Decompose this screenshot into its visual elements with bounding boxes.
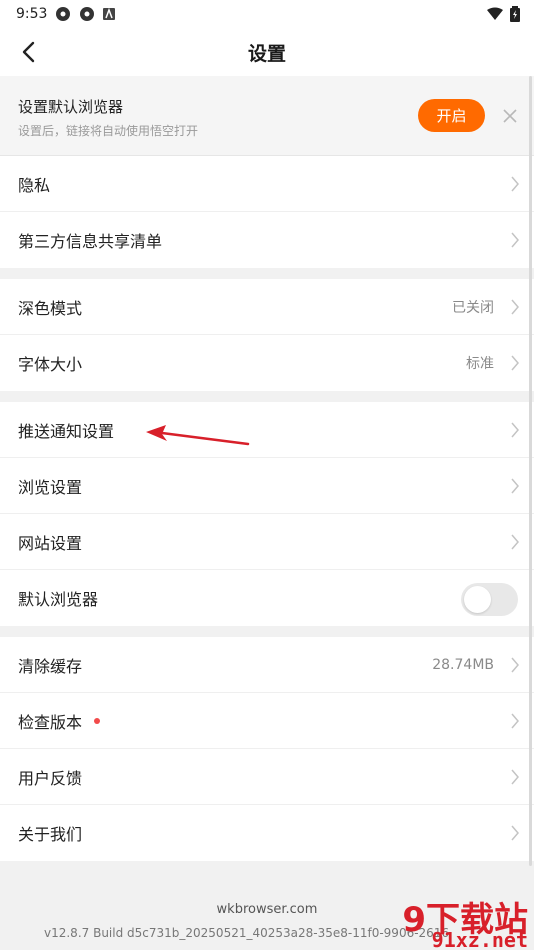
push-notification-label: 推送通知设置: [18, 421, 115, 441]
settings-group-browsing: 推送通知设置 浏览设置 网站设置 默认浏览器: [0, 402, 534, 626]
chevron-right-icon: [511, 422, 519, 438]
font-size-label: 字体大小: [18, 355, 83, 374]
default-browser-label: 默认浏览器: [18, 590, 99, 609]
font-notification-icon: [103, 8, 116, 20]
chevron-right-icon: [511, 657, 519, 673]
banner-subtitle: 设置后，链接将自动使用悟空打开: [18, 124, 199, 138]
third-party-sharing-item[interactable]: 第三方信息共享清单: [0, 212, 534, 268]
chevron-right-icon: [511, 534, 519, 550]
chevron-right-icon: [511, 713, 519, 729]
about-us-label: 关于我们: [18, 825, 83, 844]
status-left: 9:53: [16, 6, 116, 22]
page-title: 设置: [247, 42, 286, 65]
annotation-arrow: [146, 425, 250, 446]
feedback-label: 用户反馈: [18, 768, 83, 788]
privacy-item[interactable]: 隐私: [0, 156, 534, 212]
dark-mode-label: 深色模式: [18, 298, 83, 318]
scrollbar[interactable]: [529, 76, 532, 866]
default-browser-item: 默认浏览器: [0, 570, 534, 626]
section-divider: [0, 391, 534, 402]
status-right: [486, 6, 520, 22]
back-button[interactable]: [14, 38, 42, 66]
settings-group-display: 深色模式 已关闭 字体大小 标准: [0, 279, 534, 391]
clear-cache-label: 清除缓存: [18, 656, 83, 676]
about-us-item[interactable]: 关于我们: [0, 805, 534, 861]
back-arrow-icon: [22, 41, 35, 63]
clear-cache-item[interactable]: 清除缓存 28.74MB: [0, 637, 534, 693]
watermark: 9下载站 91xz.net: [359, 890, 534, 950]
chevron-right-icon: [511, 232, 519, 248]
chevron-right-icon: [511, 769, 519, 785]
push-notification-item[interactable]: 推送通知设置: [0, 402, 534, 458]
section-divider: [0, 268, 534, 279]
default-browser-toggle[interactable]: [461, 583, 518, 616]
site-settings-label: 网站设置: [18, 533, 83, 553]
status-bar: 9:53: [0, 0, 534, 28]
banner-title: 设置默认浏览器: [18, 98, 124, 116]
chevron-right-icon: [511, 478, 519, 494]
settings-group-misc: 清除缓存 28.74MB 检查版本 用户反馈 关于我们: [0, 637, 534, 861]
check-version-label: 检查版本: [18, 712, 83, 732]
app-notification-icon: [56, 7, 71, 21]
section-divider: [0, 626, 534, 637]
cache-size-value: 28.74MB: [432, 656, 494, 673]
chevron-right-icon: [511, 176, 519, 192]
close-icon: [503, 109, 517, 123]
font-size-value: 标准: [466, 356, 494, 372]
chevron-right-icon: [511, 825, 519, 841]
update-badge-dot: [94, 717, 101, 724]
toggle-knob: [464, 586, 491, 613]
privacy-label: 隐私: [18, 175, 51, 195]
browse-settings-label: 浏览设置: [18, 477, 83, 497]
chevron-right-icon: [511, 355, 519, 371]
settings-group-privacy: 隐私 第三方信息共享清单: [0, 156, 534, 268]
watermark-url: 91xz.net: [431, 928, 528, 950]
battery-icon: [510, 6, 520, 22]
chevron-right-icon: [511, 299, 519, 315]
dark-mode-value: 已关闭: [452, 299, 494, 316]
third-party-label: 第三方信息共享清单: [18, 232, 163, 251]
wifi-icon: [487, 7, 503, 20]
banner-close-button[interactable]: [500, 106, 520, 126]
browse-settings-item[interactable]: 浏览设置: [0, 458, 534, 514]
site-settings-item[interactable]: 网站设置: [0, 514, 534, 570]
default-browser-banner: 设置默认浏览器 设置后，链接将自动使用悟空打开 开启: [0, 76, 534, 156]
status-time: 9:53: [16, 6, 48, 22]
header: 设置: [0, 28, 534, 76]
feedback-item[interactable]: 用户反馈: [0, 749, 534, 805]
enable-button[interactable]: 开启: [418, 99, 485, 132]
dark-mode-item[interactable]: 深色模式 已关闭: [0, 279, 534, 335]
app-notification-icon-2: [80, 7, 95, 21]
check-version-item[interactable]: 检查版本: [0, 693, 534, 749]
font-size-item[interactable]: 字体大小 标准: [0, 335, 534, 391]
